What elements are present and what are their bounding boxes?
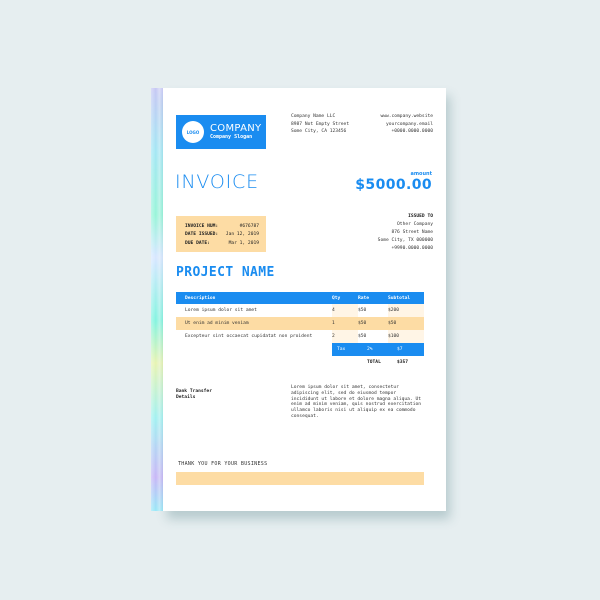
issued-to-line: 876 Street Name	[391, 230, 434, 235]
table-row: Lorem ipsum dolor sit amet 4 $50 $200	[176, 304, 424, 317]
header-qty: Qty	[332, 292, 358, 304]
blank-cell	[332, 356, 358, 369]
header-subtotal: Subtotal	[388, 292, 424, 304]
company-logo-block: LOGO COMPANY Company Slogan	[176, 115, 266, 149]
meta-key: DATE ISSUED:	[185, 232, 219, 238]
cell-description: Lorem ipsum dolor sit amet	[176, 304, 332, 317]
company-contact: www.company.website yourcompany.email +0…	[380, 113, 433, 136]
total-row: TOTAL $357	[176, 356, 424, 369]
meta-key: INVOICE NUM:	[185, 224, 219, 229]
meta-key: DUE DATE:	[185, 240, 210, 246]
amount-value: $5000.00	[355, 177, 432, 193]
company-slogan: Company Slogan	[210, 134, 253, 140]
cell-rate: $50	[358, 330, 388, 343]
logo-label: LOGO	[186, 129, 200, 135]
company-phone: +0000.0000.0000	[391, 129, 434, 135]
company-name: COMPANY	[210, 123, 262, 134]
total-amount: $357	[397, 360, 409, 365]
cell-qty: 4	[332, 304, 358, 317]
invoice-number-row: INVOICE NUM: #676787	[185, 223, 259, 231]
header-rate: Rate	[358, 292, 388, 304]
blank-cell	[176, 356, 332, 369]
cell-rate: $50	[358, 304, 388, 317]
invoice-meta-box: INVOICE NUM: #676787 DATE ISSUED: Jan 12…	[176, 216, 266, 252]
meta-value: #676787	[239, 224, 259, 229]
company-website: www.company.website	[380, 114, 433, 119]
company-email: yourcompany.email	[385, 121, 433, 127]
tax-label: Tax	[332, 343, 358, 356]
issued-to-heading: ISSUED TO	[408, 214, 433, 219]
company-address: Company Name LLC 8987 Not Empty Street S…	[291, 113, 349, 136]
cell-subtotal: $200	[388, 304, 424, 317]
issued-to-line: Other Company	[397, 222, 433, 227]
cell-qty: 2	[332, 330, 358, 343]
address-line: 8987 Not Empty Street	[291, 121, 350, 127]
tax-amount: $7	[388, 343, 424, 356]
issued-to-line: +9990.0000.0000	[391, 246, 434, 251]
header-description: Description	[176, 292, 332, 304]
project-title: PROJECT NAME	[176, 265, 275, 280]
footer-bar	[176, 472, 424, 485]
blank-cell	[176, 343, 332, 356]
payment-heading-line: Details	[176, 395, 196, 400]
due-date-row: DUE DATE: Mar 1, 2019	[185, 240, 259, 248]
table-row: Ut enim ad minim veniam 1 $50 $50	[176, 317, 424, 330]
address-line: Company Name LLC	[291, 114, 336, 119]
holographic-edge	[151, 88, 163, 511]
table-row: Excepteur sint occaecat cupidatat non pr…	[176, 330, 424, 343]
invoice-page: LOGO COMPANY Company Slogan Company Name…	[163, 88, 446, 511]
cell-subtotal: $100	[388, 330, 424, 343]
tax-row: Tax 2% $7	[176, 343, 424, 356]
address-line: Some City, CA 123456	[291, 129, 347, 135]
issued-to-line: Some City, TX 000000	[377, 238, 433, 243]
thank-you-message: THANK YOU FOR YOUR BUSINESS	[178, 461, 268, 467]
logo-icon: LOGO	[182, 121, 204, 143]
date-issued-row: DATE ISSUED: Jan 12, 2019	[185, 231, 259, 239]
meta-value: Jan 12, 2019	[225, 232, 259, 238]
tax-rate: 2%	[358, 343, 388, 356]
cell-description: Excepteur sint occaecat cupidatat non pr…	[176, 330, 332, 343]
table-header-row: Description Qty Rate Subtotal	[176, 292, 424, 304]
cell-subtotal: $50	[388, 317, 424, 330]
cell-description: Ut enim ad minim veniam	[176, 317, 332, 330]
payment-notes: Lorem ipsum dolor sit amet, consectetur …	[291, 385, 421, 419]
line-items-table: Description Qty Rate Subtotal Lorem ipsu…	[176, 292, 424, 369]
invoice-title: INVOICE	[175, 171, 259, 193]
cell-qty: 1	[332, 317, 358, 330]
meta-value: Mar 1, 2019	[228, 240, 259, 246]
issued-to-block: ISSUED TO Other Company 876 Street Name …	[378, 213, 433, 253]
cell-rate: $50	[358, 317, 388, 330]
payment-heading: Bank Transfer Details	[176, 389, 212, 401]
total-label: TOTAL	[367, 360, 381, 365]
